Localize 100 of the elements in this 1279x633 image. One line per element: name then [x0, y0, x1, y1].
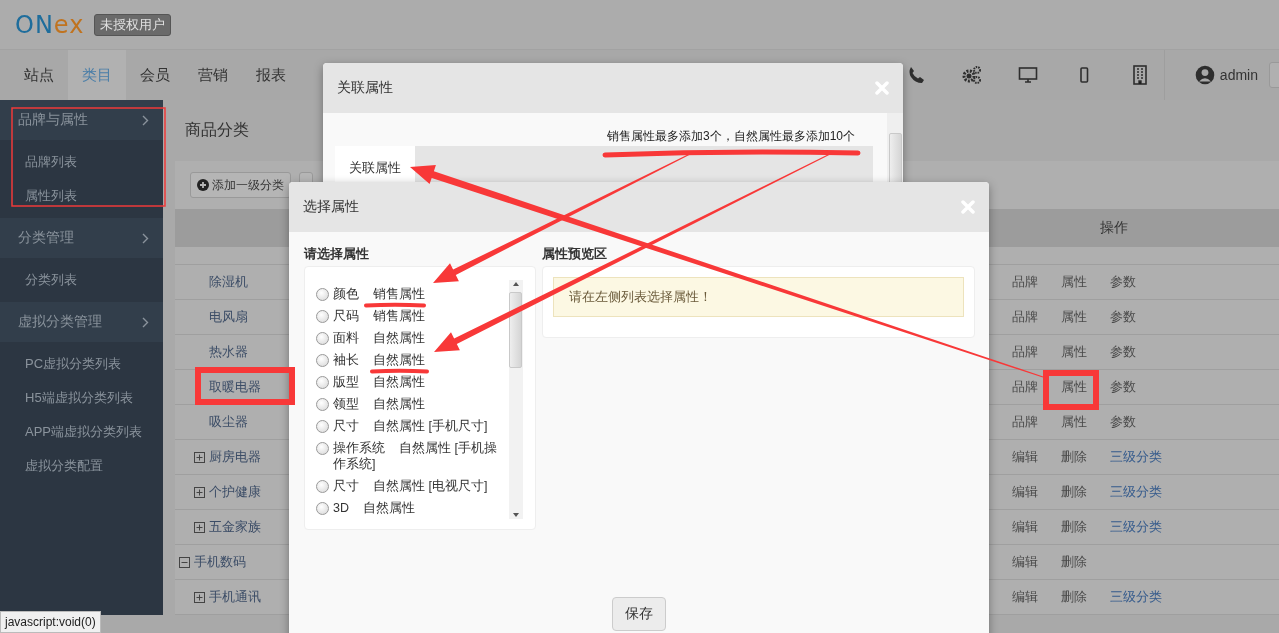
annotation-underline: [364, 302, 426, 308]
sidebar-group[interactable]: 品牌与属性: [0, 100, 163, 140]
action-link[interactable]: 编辑: [1012, 448, 1038, 466]
sidebar-item[interactable]: 属性列表: [0, 179, 163, 213]
status-tooltip: javascript:void(0): [0, 611, 101, 633]
section-heading: 请选择属性: [304, 245, 369, 263]
radio-button[interactable]: [316, 442, 329, 455]
action-link[interactable]: 删除: [1061, 448, 1087, 466]
category-name: 厨房电器: [209, 448, 261, 466]
action-link[interactable]: 三级分类: [1110, 588, 1162, 606]
action-link[interactable]: 参数: [1110, 308, 1136, 326]
action-link[interactable]: 三级分类: [1110, 518, 1162, 536]
info-alert: 请在左侧列表选择属性！: [552, 277, 964, 317]
action-link[interactable]: 品牌: [1012, 308, 1038, 326]
monitor-icon[interactable]: [1017, 65, 1038, 85]
highlight-box: [1043, 370, 1099, 410]
scroll-down-icon[interactable]: [511, 511, 520, 519]
category-name: 个护健康: [209, 483, 261, 501]
action-link[interactable]: 属性: [1061, 378, 1087, 396]
category-name: 手机数码: [194, 553, 246, 571]
action-link[interactable]: 参数: [1110, 273, 1136, 291]
gears-icon[interactable]: [961, 65, 982, 85]
attribute-label: 3D 自然属性: [333, 500, 415, 516]
category-name: 电风扇: [209, 308, 248, 326]
action-link[interactable]: 编辑: [1012, 553, 1038, 571]
dialog-title: 选择属性: [303, 198, 359, 216]
add-category-button[interactable]: 添加一级分类: [190, 172, 291, 198]
logo: ONex: [15, 10, 85, 39]
sidebar-item[interactable]: APP端虚拟分类列表: [0, 415, 163, 449]
action-link[interactable]: 三级分类: [1110, 483, 1162, 501]
column-header: 操作: [1099, 219, 1129, 237]
category-name: 吸尘器: [209, 413, 248, 431]
action-link[interactable]: 品牌: [1012, 273, 1038, 291]
action-link[interactable]: 属性: [1061, 273, 1087, 291]
sidebar-item[interactable]: H5端虚拟分类列表: [0, 381, 163, 415]
action-link[interactable]: 删除: [1061, 483, 1087, 501]
chevron-right-icon: [142, 316, 149, 328]
radio-button[interactable]: [316, 288, 329, 301]
expand-icon[interactable]: [194, 591, 205, 603]
nav-tab[interactable]: 会员: [126, 50, 184, 100]
radio-button[interactable]: [316, 332, 329, 345]
action-link[interactable]: 参数: [1110, 413, 1136, 431]
nav-tab[interactable]: 营销: [184, 50, 242, 100]
radio-button[interactable]: [316, 354, 329, 367]
expand-icon[interactable]: [194, 521, 205, 533]
user-badge: 未授权用户: [94, 13, 172, 36]
action-link[interactable]: 删除: [1061, 588, 1087, 606]
sidebar-item[interactable]: 品牌列表: [0, 145, 163, 179]
expand-icon[interactable]: [194, 451, 205, 463]
action-link[interactable]: 属性: [1061, 308, 1087, 326]
action-link[interactable]: 删除: [1061, 518, 1087, 536]
radio-button[interactable]: [316, 310, 329, 323]
attribute-label: 面料 自然属性: [333, 330, 425, 346]
action-link[interactable]: 属性: [1061, 413, 1087, 431]
action-link[interactable]: 品牌: [1012, 413, 1038, 431]
plus-circle-icon: [197, 179, 209, 191]
sidebar-group[interactable]: 分类管理: [0, 218, 163, 258]
sidebar-item[interactable]: PC虚拟分类列表: [0, 347, 163, 381]
section-heading: 属性预览区: [541, 245, 607, 263]
attribute-label: 尺寸 自然属性 [电视尺寸]: [333, 478, 488, 494]
nav-tab[interactable]: 报表: [242, 50, 300, 100]
save-button[interactable]: 保存: [612, 597, 666, 631]
action-link[interactable]: 属性: [1061, 343, 1087, 361]
radio-button[interactable]: [316, 420, 329, 433]
action-link[interactable]: 参数: [1110, 378, 1136, 396]
sidebar-item[interactable]: 虚拟分类配置: [0, 449, 163, 483]
expand-icon[interactable]: [194, 486, 205, 498]
sidebar-group[interactable]: 虚拟分类管理: [0, 302, 163, 342]
category-name: 取暖电器: [209, 378, 261, 396]
attribute-label: 尺码 销售属性: [333, 308, 425, 324]
radio-button[interactable]: [316, 376, 329, 389]
action-link[interactable]: 参数: [1110, 343, 1136, 361]
category-name: 手机通讯: [209, 588, 261, 606]
scroll-up-icon[interactable]: [511, 280, 520, 288]
dialog-title: 关联属性: [337, 79, 393, 97]
action-link[interactable]: 编辑: [1012, 483, 1038, 501]
action-link[interactable]: 删除: [1061, 553, 1087, 571]
attribute-label: 尺寸 自然属性 [手机尺寸]: [333, 418, 488, 434]
radio-button[interactable]: [316, 398, 329, 411]
annotation-underline: [370, 368, 429, 374]
radio-button[interactable]: [316, 502, 329, 515]
sidebar-item[interactable]: 分类列表: [0, 263, 163, 297]
nav-tab[interactable]: 站点: [10, 50, 68, 100]
category-name: 五金家族: [209, 518, 261, 536]
scrollbar[interactable]: [508, 280, 523, 519]
action-link[interactable]: 编辑: [1012, 518, 1038, 536]
chevron-right-icon: [142, 232, 149, 244]
chevron-right-icon: [142, 114, 149, 126]
action-link[interactable]: 品牌: [1012, 343, 1038, 361]
user-name[interactable]: admin: [1219, 67, 1258, 83]
page-title: 商品分类: [185, 120, 249, 140]
attribute-label: 袖长 自然属性: [333, 352, 425, 368]
action-link[interactable]: 编辑: [1012, 588, 1038, 606]
category-name: 热水器: [209, 343, 248, 361]
notice-text: 销售属性最多添加3个，自然属性最多添加10个: [606, 129, 855, 143]
user-icon: [1194, 65, 1215, 85]
action-link[interactable]: 三级分类: [1110, 448, 1162, 466]
collapse-icon[interactable]: [179, 556, 190, 568]
radio-button[interactable]: [316, 480, 329, 493]
action-link[interactable]: 品牌: [1012, 378, 1038, 396]
